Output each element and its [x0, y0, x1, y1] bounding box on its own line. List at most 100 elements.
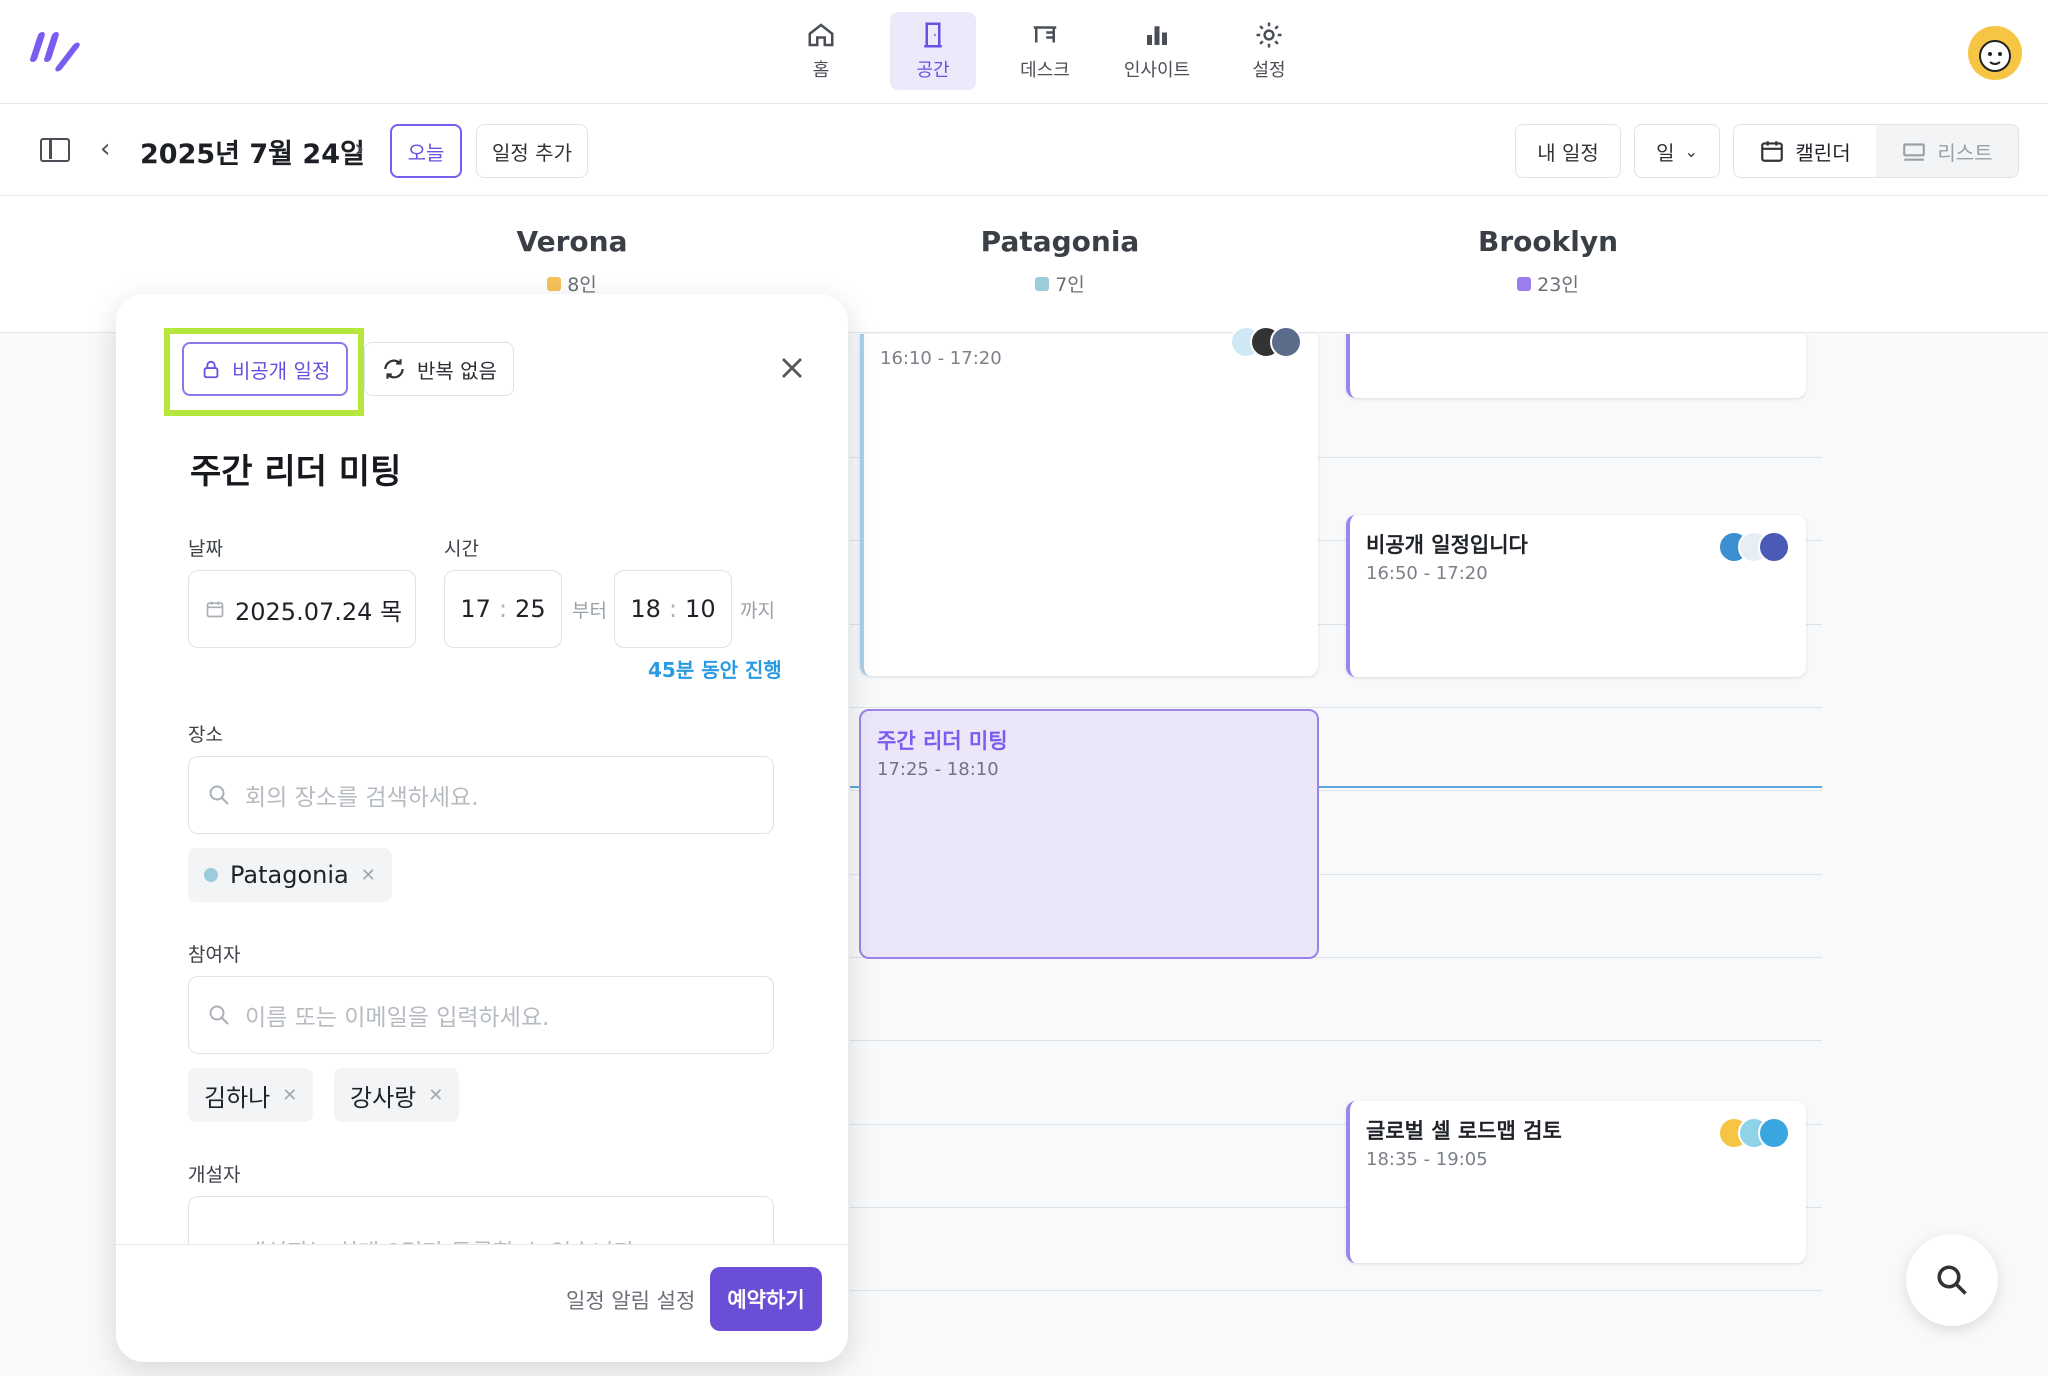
nav-item-space[interactable]: 공간 [890, 12, 976, 90]
start-hour: 17 [460, 595, 491, 623]
event-title: 주간 리더 미팅 [877, 729, 1008, 753]
space-color-dot [547, 276, 562, 291]
end-time-field[interactable]: 18 : 10 [614, 570, 732, 648]
nav-item-settings[interactable]: 설정 [1226, 12, 1312, 90]
place-search-input[interactable]: 회의 장소를 검색하세요. [188, 756, 774, 834]
attendee-tag: 강사랑 ✕ [334, 1068, 460, 1122]
prev-day-icon[interactable]: ‹ [100, 134, 110, 164]
space-header-brooklyn[interactable]: Brooklyn 23인 [1398, 225, 1698, 297]
duration-text: 45분 동안 진행 [648, 658, 782, 682]
repeat-icon [384, 359, 404, 379]
event-card[interactable] [1346, 334, 1806, 398]
attendees-label: 참여자 [188, 944, 241, 966]
time-separator: : [668, 595, 678, 623]
private-toggle-button[interactable]: 비공개 일정 [182, 342, 349, 396]
until-label: 까지 [740, 600, 775, 622]
place-label: 장소 [188, 724, 223, 746]
date-field[interactable]: 2025.07.24 목 [188, 570, 416, 648]
avatar [1758, 1117, 1790, 1149]
calendar-toolbar: ‹ 2025년 7월 24일 › 오늘 일정 추가 내 일정 일 ⌄ 캘린더 리… [0, 104, 2048, 196]
user-avatar[interactable] [1968, 26, 2022, 80]
alert-settings-button[interactable]: 일정 알림 설정 [566, 1285, 695, 1315]
nav-item-home[interactable]: 홈 [778, 12, 864, 90]
event-time: 17:25 - 18:10 [877, 759, 999, 780]
period-value: 일 [1656, 140, 1675, 165]
place-color-dot [204, 868, 218, 882]
attendee-avatars [1230, 326, 1302, 358]
space-name: Verona [516, 225, 628, 258]
time-separator: : [498, 595, 508, 623]
end-hour: 18 [630, 595, 661, 623]
time-grid-line [850, 1290, 1822, 1291]
space-color-dot [1517, 276, 1532, 291]
remove-tag-icon[interactable]: ✕ [282, 1085, 297, 1106]
today-button[interactable]: 오늘 [390, 124, 462, 178]
event-card-selected[interactable]: 주간 리더 미팅 17:25 - 18:10 [859, 709, 1319, 959]
avatar [1270, 326, 1302, 358]
place-tag-label: Patagonia [230, 861, 349, 889]
space-count: 23인 [1537, 274, 1579, 296]
attendee-search-input[interactable]: 이름 또는 이메일을 입력하세요. [188, 976, 774, 1054]
event-detail-modal: 비공개 일정 반복 없음 주간 리더 미팅 날짜 시간 2025.07.24 목… [116, 294, 848, 1362]
modal-footer: 일정 알림 설정 예약하기 [116, 1244, 848, 1362]
sidebar-toggle-icon[interactable] [40, 138, 70, 162]
place-placeholder: 회의 장소를 검색하세요. [245, 785, 479, 811]
space-count: 8인 [567, 274, 597, 296]
nav-item-insight[interactable]: 인사이트 [1114, 12, 1200, 90]
space-header-patagonia[interactable]: Patagonia 7인 [910, 225, 1210, 297]
time-grid-line [850, 1040, 1822, 1041]
event-card[interactable]: 16:10 - 17:20 [860, 326, 1318, 676]
nav-item-label: 홈 [812, 60, 830, 81]
repeat-button[interactable]: 반복 없음 [364, 342, 514, 396]
list-view-label: 리스트 [1937, 140, 1993, 165]
list-view-button[interactable]: 리스트 [1876, 125, 2018, 177]
nav-item-label: 공간 [916, 60, 950, 81]
chevron-down-icon: ⌄ [1684, 141, 1698, 161]
date-value: 2025.07.24 목 [235, 597, 403, 626]
event-card-private[interactable]: 비공개 일정입니다 16:50 - 17:20 [1346, 515, 1806, 677]
attendee-name: 김하나 [204, 1083, 271, 1112]
event-time: 16:50 - 17:20 [1366, 563, 1488, 584]
close-icon[interactable] [774, 350, 810, 386]
floating-search-button[interactable] [1906, 1234, 1998, 1326]
period-select[interactable]: 일 ⌄ [1634, 124, 1720, 178]
nav-item-desk[interactable]: 데스크 [1002, 12, 1088, 90]
gear-icon [1256, 22, 1282, 48]
desk-icon [1033, 26, 1057, 43]
event-card[interactable]: 글로벌 셀 로드맵 검토 18:35 - 19:05 [1346, 1101, 1806, 1263]
search-icon [209, 1005, 229, 1025]
calendar-icon [206, 601, 224, 618]
end-minute: 10 [685, 595, 716, 623]
private-label: 비공개 일정 [232, 358, 331, 383]
nav-item-label: 인사이트 [1123, 60, 1191, 81]
calendar-view-label: 캘린더 [1795, 140, 1851, 165]
search-icon [209, 785, 229, 805]
event-title-input[interactable]: 주간 리더 미팅 [190, 444, 401, 493]
next-day-icon[interactable]: › [354, 134, 364, 164]
main-nav: 홈 공간 데스크 인사이트 설정 [778, 12, 1312, 90]
repeat-label: 반복 없음 [417, 358, 497, 383]
attendee-avatars [1718, 531, 1790, 563]
calendar-view-button[interactable]: 캘린더 [1734, 125, 1876, 177]
search-icon [1937, 1265, 1967, 1295]
lock-icon [203, 360, 219, 379]
book-button[interactable]: 예약하기 [710, 1267, 822, 1331]
my-schedule-button[interactable]: 내 일정 [1515, 124, 1621, 178]
calendar-icon [1761, 141, 1784, 162]
remove-tag-icon[interactable]: ✕ [428, 1085, 443, 1106]
list-icon [1903, 143, 1926, 161]
start-time-field[interactable]: 17 : 25 [444, 570, 562, 648]
place-tag: Patagonia ✕ [188, 848, 392, 902]
view-toggle: 캘린더 리스트 [1733, 124, 2019, 178]
top-navigation-bar: 홈 공간 데스크 인사이트 설정 [0, 0, 2048, 104]
nav-item-label: 설정 [1252, 60, 1286, 81]
add-schedule-button[interactable]: 일정 추가 [476, 124, 588, 178]
organizer-label: 개설자 [188, 1164, 241, 1186]
remove-tag-icon[interactable]: ✕ [361, 865, 376, 886]
home-icon [808, 23, 834, 47]
space-header-verona[interactable]: Verona 8인 [422, 225, 722, 297]
app-logo[interactable] [29, 28, 82, 73]
start-minute: 25 [515, 595, 546, 623]
attendee-name: 강사랑 [350, 1083, 417, 1112]
avatar [1758, 531, 1790, 563]
